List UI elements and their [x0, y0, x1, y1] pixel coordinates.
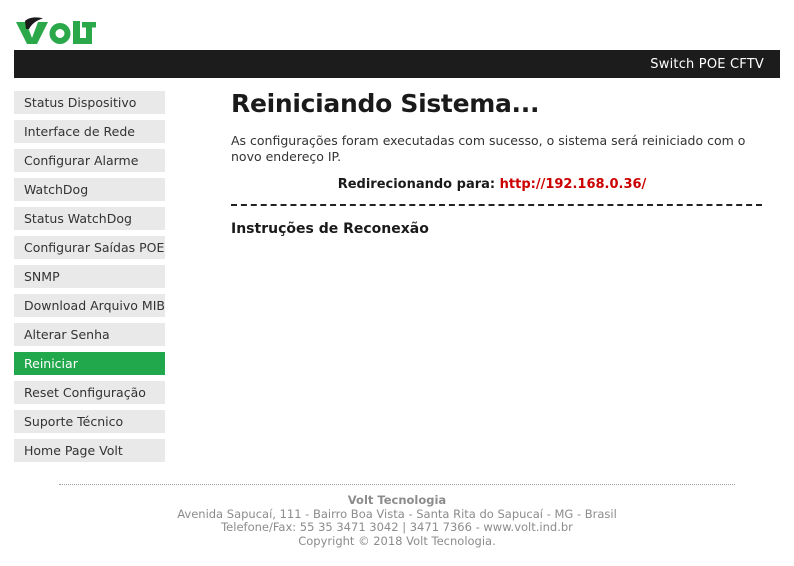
sidebar-item-reiniciar[interactable]: Reiniciar — [14, 352, 165, 381]
product-titlebar: Switch POE CFTV — [14, 50, 780, 78]
volt-logo-icon — [16, 17, 96, 44]
redirect-notice: Redirecionando para: http://192.168.0.36… — [231, 177, 771, 192]
redirect-url-link[interactable]: http://192.168.0.36/ — [500, 177, 647, 192]
sidebar-item-label: Reset Configuração — [24, 385, 146, 400]
sidebar-item-label: Alterar Senha — [24, 327, 110, 342]
sidebar-item-label: WatchDog — [24, 182, 89, 197]
sidebar-item-label: Interface de Rede — [24, 124, 135, 139]
sidebar-item-alterar-senha[interactable]: Alterar Senha — [14, 323, 165, 352]
sidebar-item-download-arquivo-mib[interactable]: Download Arquivo MIB — [14, 294, 165, 323]
sidebar-item-label: SNMP — [24, 269, 60, 284]
footer-text-block: Volt Tecnologia Avenida Sapucaí, 111 - B… — [0, 493, 794, 548]
sidebar-item-label: Status Dispositivo — [24, 95, 137, 110]
sidebar-item-status-dispositivo[interactable]: Status Dispositivo — [14, 91, 165, 120]
redirect-label: Redirecionando para: — [337, 177, 496, 192]
sidebar-item-home-page-volt[interactable]: Home Page Volt — [14, 439, 165, 468]
content-divider — [231, 204, 762, 206]
sidebar-item-label: Download Arquivo MIB — [24, 298, 165, 313]
footer-contact: Telefone/Fax: 55 35 3471 3042 | 3471 736… — [221, 520, 573, 534]
sidebar-item-label: Status WatchDog — [24, 211, 132, 226]
footer-copyright: Copyright © 2018 Volt Tecnologia. — [298, 533, 496, 548]
sidebar-item-configurar-alarme[interactable]: Configurar Alarme — [14, 149, 165, 178]
footer-company-name: Volt Tecnologia — [347, 493, 447, 507]
sidebar-item-label: Configurar Alarme — [24, 153, 139, 168]
product-name-label: Switch POE CFTV — [650, 56, 764, 72]
sidebar-item-label: Home Page Volt — [24, 443, 123, 458]
page-footer: Volt Tecnologia Avenida Sapucaí, 111 - B… — [0, 484, 794, 548]
sidebar-item-interface-de-rede[interactable]: Interface de Rede — [14, 120, 165, 149]
sidebar-item-snmp[interactable]: SNMP — [14, 265, 165, 294]
sidebar-item-configurar-saidas-poe[interactable]: Configurar Saídas POE — [14, 236, 165, 265]
reboot-status-message: As configurações foram executadas com su… — [231, 133, 746, 164]
sidebar-item-label: Reiniciar — [24, 356, 78, 371]
page-title: Reiniciando Sistema... — [231, 89, 540, 118]
sidebar-item-status-watchdog[interactable]: Status WatchDog — [14, 207, 165, 236]
reconnection-instructions-title: Instruções de Reconexão — [231, 221, 429, 237]
sidebar-item-reset-configuracao[interactable]: Reset Configuração — [14, 381, 165, 410]
main-content: Reiniciando Sistema... As configurações … — [231, 88, 771, 237]
sidebar-item-watchdog[interactable]: WatchDog — [14, 178, 165, 207]
sidebar-item-label: Suporte Técnico — [24, 414, 124, 429]
footer-divider — [59, 484, 735, 485]
footer-address: Avenida Sapucaí, 111 - Bairro Boa Vista … — [177, 506, 617, 521]
sidebar-nav: Status Dispositivo Interface de Rede Con… — [14, 91, 165, 468]
brand-logo — [14, 12, 96, 52]
sidebar-item-label: Configurar Saídas POE — [24, 240, 165, 255]
sidebar-item-suporte-tecnico[interactable]: Suporte Técnico — [14, 410, 165, 439]
